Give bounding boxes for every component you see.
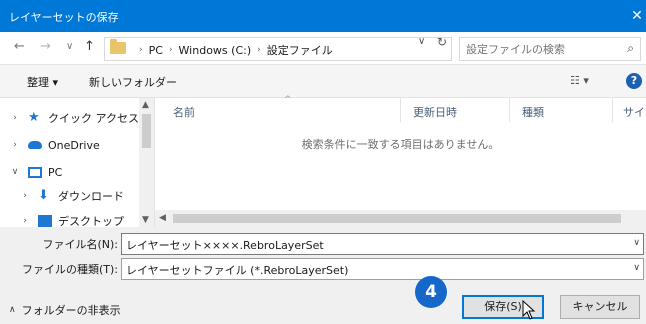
nav-item-label: OneDrive bbox=[48, 138, 100, 152]
horizontal-scrollbar[interactable]: ◀ bbox=[155, 210, 646, 227]
filetype-select[interactable]: レイヤーセットファイル (*.RebroLayerSet) ∨ bbox=[121, 258, 644, 280]
desktop-icon bbox=[38, 215, 52, 227]
breadcrumb: › PC › Windows (C:) › 設定ファイル bbox=[133, 42, 333, 58]
scrollbar-thumb[interactable] bbox=[173, 214, 621, 223]
nav-item-label: クイック アクセス bbox=[48, 112, 139, 125]
column-divider[interactable] bbox=[509, 98, 510, 122]
step-badge: 4 bbox=[415, 276, 447, 308]
organize-menu[interactable]: 整理 ▾ bbox=[27, 74, 58, 90]
search-input[interactable] bbox=[464, 40, 608, 58]
mouse-cursor-icon bbox=[522, 300, 536, 320]
breadcrumb-folder[interactable]: 設定ファイル bbox=[267, 42, 333, 58]
navigation-pane: › ★ クイック アクセス › OneDrive ∨ PC › ⬇ ダウンロード… bbox=[0, 98, 155, 227]
sort-indicator-icon: ^ bbox=[284, 95, 292, 105]
breadcrumb-separator-icon: › bbox=[168, 45, 173, 55]
breadcrumb-drive[interactable]: Windows (C:) bbox=[179, 44, 252, 57]
cancel-button[interactable]: キャンセル bbox=[560, 295, 640, 319]
close-icon[interactable]: ✕ bbox=[628, 0, 646, 32]
forward-arrow-icon[interactable]: → bbox=[40, 40, 51, 54]
breadcrumb-pc[interactable]: PC bbox=[149, 44, 163, 57]
download-icon: ⬇ bbox=[38, 188, 49, 203]
command-bar: 整理 ▾ 新しいフォルダー ☷ ▾ ? bbox=[0, 65, 646, 98]
help-icon[interactable]: ? bbox=[626, 73, 642, 89]
empty-message: 検索条件に一致する項目はありません。 bbox=[301, 138, 500, 151]
back-arrow-icon[interactable]: ← bbox=[14, 40, 25, 54]
chevron-right-icon[interactable]: › bbox=[18, 216, 32, 226]
hide-folders-label: フォルダーの非表示 bbox=[21, 304, 121, 317]
nav-item-pc[interactable]: ∨ PC bbox=[0, 162, 140, 182]
cloud-icon bbox=[28, 141, 42, 149]
column-header-modified[interactable]: 更新日時 bbox=[413, 104, 457, 120]
search-box[interactable]: ⌕ bbox=[459, 37, 641, 61]
nav-item-downloads[interactable]: › ⬇ ダウンロード bbox=[10, 186, 150, 206]
nav-item-onedrive[interactable]: › OneDrive bbox=[0, 135, 140, 155]
column-header-name[interactable]: 名前 bbox=[173, 104, 195, 120]
filetype-label: ファイルの種類(T): bbox=[21, 263, 118, 276]
chevron-right-icon[interactable]: › bbox=[8, 113, 22, 123]
nav-item-label: デスクトップ bbox=[58, 215, 124, 227]
column-header-size[interactable]: サイ bbox=[623, 104, 645, 120]
breadcrumb-separator-icon: › bbox=[139, 45, 143, 55]
column-headers: ^ 名前 更新日時 種類 サイ bbox=[155, 95, 646, 122]
column-divider[interactable] bbox=[612, 98, 613, 122]
view-options-icon[interactable]: ☷ ▾ bbox=[570, 74, 589, 87]
refresh-icon[interactable]: ↻ bbox=[437, 35, 447, 49]
folder-icon bbox=[110, 39, 126, 54]
filename-label: ファイル名(N): bbox=[42, 238, 118, 251]
column-header-type[interactable]: 種類 bbox=[522, 104, 544, 120]
hide-folders-toggle[interactable]: ∧ フォルダーの非表示 bbox=[9, 302, 121, 318]
breadcrumb-separator-icon: › bbox=[257, 45, 261, 55]
computer-icon bbox=[28, 166, 42, 178]
star-icon: ★ bbox=[28, 110, 40, 125]
new-folder-button[interactable]: 新しいフォルダー bbox=[89, 74, 177, 90]
title-bar: レイヤーセットの保存 ✕ bbox=[0, 0, 646, 32]
address-bar[interactable]: › PC › Windows (C:) › 設定ファイル bbox=[104, 37, 452, 61]
chevron-right-icon[interactable]: › bbox=[18, 191, 32, 201]
recent-locations-icon[interactable]: ∨ bbox=[66, 40, 73, 54]
chevron-down-icon[interactable]: ∨ bbox=[633, 238, 640, 248]
scrollbar-thumb[interactable] bbox=[142, 114, 151, 148]
nav-scrollbar[interactable]: ▲ ▼ bbox=[139, 98, 154, 227]
file-list-pane: ^ 名前 更新日時 種類 サイ 検索条件に一致する項目はありません。 ◀ bbox=[155, 95, 646, 227]
search-icon[interactable]: ⌕ bbox=[627, 41, 634, 56]
column-divider[interactable] bbox=[400, 98, 401, 122]
nav-item-desktop[interactable]: › デスクトップ bbox=[10, 211, 150, 227]
chevron-right-icon[interactable]: › bbox=[8, 140, 22, 150]
filename-value: レイヤーセット××××.RebroLayerSet bbox=[126, 239, 324, 252]
chevron-down-icon[interactable]: ∨ bbox=[633, 263, 640, 273]
dialog-title: レイヤーセットの保存 bbox=[9, 11, 119, 24]
nav-item-quick-access[interactable]: › ★ クイック アクセス bbox=[0, 108, 140, 128]
filetype-value: レイヤーセットファイル (*.RebroLayerSet) bbox=[126, 264, 349, 277]
filename-field[interactable]: レイヤーセット××××.RebroLayerSet ∨ bbox=[121, 233, 644, 255]
scroll-left-icon[interactable]: ◀ bbox=[159, 213, 166, 223]
scroll-up-icon[interactable]: ▲ bbox=[142, 100, 149, 110]
address-row: ← → ∨ ↑ › PC › Windows (C:) › 設定ファイル ∨ ↻… bbox=[0, 32, 646, 65]
nav-item-label: ダウンロード bbox=[58, 190, 124, 203]
address-dropdown-icon[interactable]: ∨ bbox=[418, 36, 425, 47]
chevron-down-icon[interactable]: ∨ bbox=[8, 167, 22, 177]
nav-item-label: PC bbox=[48, 165, 63, 179]
up-arrow-icon[interactable]: ↑ bbox=[84, 40, 95, 54]
scroll-down-icon[interactable]: ▼ bbox=[142, 215, 149, 225]
save-dialog: レイヤーセットの保存 ✕ ← → ∨ ↑ › PC › Windows (C:)… bbox=[0, 0, 646, 324]
chevron-up-icon: ∧ bbox=[9, 305, 16, 315]
